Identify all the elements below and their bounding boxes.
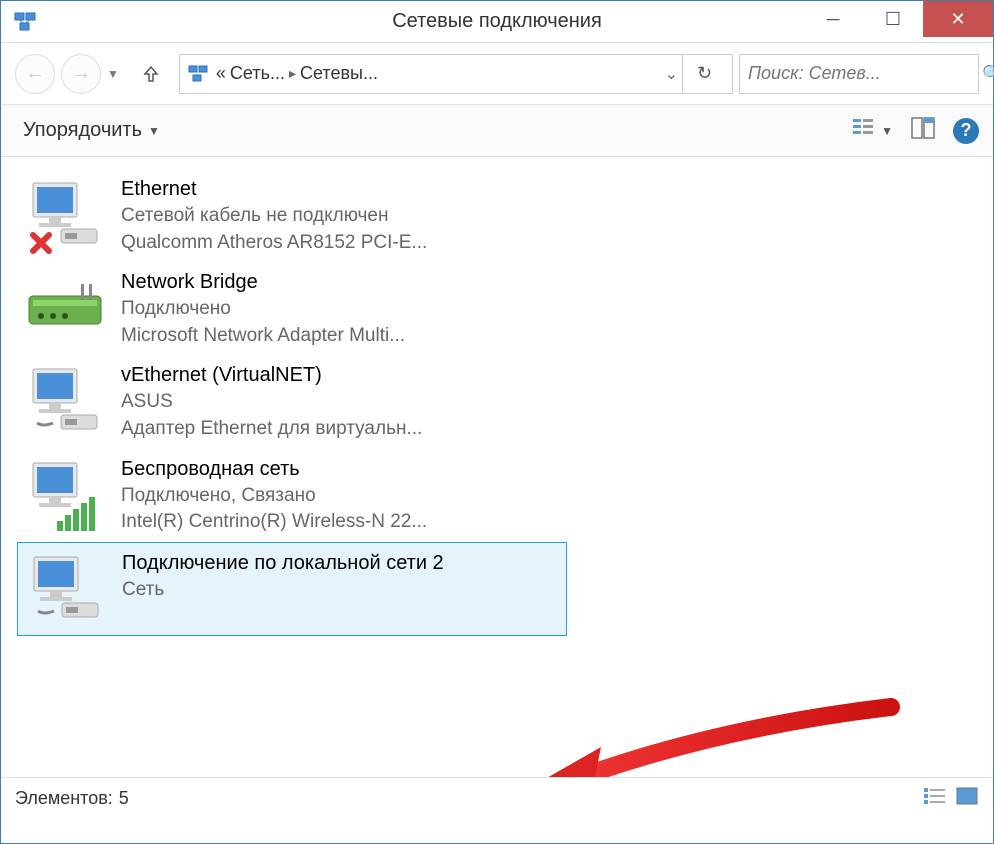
ethernet-connected-icon bbox=[26, 549, 106, 629]
status-label: Элементов: bbox=[15, 788, 113, 809]
up-button[interactable] bbox=[133, 56, 169, 92]
connection-name: Network Bridge bbox=[121, 268, 559, 296]
connection-status: ASUS bbox=[121, 389, 559, 416]
connection-adapter: Адаптер Ethernet для виртуальн... bbox=[121, 416, 559, 443]
breadcrumb-separator-icon[interactable]: ▸ bbox=[287, 65, 298, 82]
title-bar: Сетевые подключения ─ ☐ ✕ bbox=[1, 1, 993, 43]
connection-adapter: Qualcomm Atheros AR8152 PCI-E... bbox=[121, 230, 559, 257]
connection-name: Беспроводная сеть bbox=[121, 455, 559, 483]
minimize-button[interactable]: ─ bbox=[803, 1, 863, 37]
details-view-icon[interactable] bbox=[923, 786, 947, 811]
window-controls: ─ ☐ ✕ bbox=[803, 1, 993, 39]
ethernet-connected-icon bbox=[25, 361, 105, 441]
connection-name: Ethernet bbox=[121, 175, 559, 203]
search-icon[interactable]: 🔍 bbox=[982, 64, 994, 84]
connection-status: Подключено bbox=[121, 296, 559, 323]
window-title: Сетевые подключения bbox=[392, 10, 602, 33]
address-bar: ← → ▼ « Сеть... ▸ Сетевы... ⌄ ↻ 🔍 bbox=[1, 43, 993, 105]
connection-item[interactable]: Network BridgeПодключеноMicrosoft Networ… bbox=[17, 262, 567, 355]
bridge-icon bbox=[25, 268, 105, 348]
chevron-down-icon: ▼ bbox=[148, 124, 160, 138]
app-icon bbox=[13, 10, 37, 34]
breadcrumb-item-1[interactable]: Сеть... bbox=[228, 63, 287, 84]
connection-status: Сетевой кабель не подключен bbox=[121, 203, 559, 230]
connection-adapter: Сеть bbox=[122, 577, 558, 604]
connection-item[interactable]: Подключение по локальной сети 2Сеть bbox=[17, 542, 567, 636]
view-details-icon[interactable] bbox=[911, 116, 935, 145]
ethernet-disconnected-icon bbox=[25, 175, 105, 255]
status-bar: Элементов: 5 bbox=[1, 777, 993, 819]
breadcrumb-prefix: « bbox=[214, 63, 228, 84]
window: Сетевые подключения ─ ☐ ✕ ← → ▼ « Сеть..… bbox=[0, 0, 994, 844]
help-button[interactable]: ? bbox=[953, 118, 979, 144]
annotation-arrow-icon bbox=[521, 697, 901, 777]
connection-item[interactable]: Беспроводная сетьПодключено, СвязаноInte… bbox=[17, 449, 567, 542]
history-dropdown[interactable]: ▼ bbox=[103, 63, 123, 85]
connection-item[interactable]: vEthernet (VirtualNET)ASUSАдаптер Ethern… bbox=[17, 355, 567, 448]
search-box[interactable]: 🔍 bbox=[739, 54, 979, 94]
connection-status: Подключено, Связано bbox=[121, 483, 559, 510]
connection-item[interactable]: EthernetСетевой кабель не подключенQualc… bbox=[17, 169, 567, 262]
toolbar: Упорядочить ▼ ▼ ? bbox=[1, 105, 993, 157]
status-count: 5 bbox=[119, 788, 129, 809]
view-dropdown-icon[interactable]: ▼ bbox=[881, 124, 893, 138]
search-input[interactable] bbox=[748, 63, 982, 84]
maximize-button[interactable]: ☐ bbox=[863, 1, 923, 37]
breadcrumb-dropdown-icon[interactable]: ⌄ bbox=[661, 60, 682, 88]
connection-adapter: Intel(R) Centrino(R) Wireless-N 22... bbox=[121, 509, 559, 536]
organize-menu[interactable]: Упорядочить ▼ bbox=[15, 113, 168, 148]
breadcrumb-box[interactable]: « Сеть... ▸ Сетевы... ⌄ ↻ bbox=[179, 54, 733, 94]
view-options: ▼ bbox=[851, 116, 893, 145]
breadcrumb-item-2[interactable]: Сетевы... bbox=[298, 63, 380, 84]
back-button[interactable]: ← bbox=[15, 54, 55, 94]
forward-button[interactable]: → bbox=[61, 54, 101, 94]
connection-adapter: Microsoft Network Adapter Multi... bbox=[121, 323, 559, 350]
wireless-icon bbox=[25, 455, 105, 535]
connection-name: Подключение по локальной сети 2 bbox=[122, 549, 558, 577]
organize-label: Упорядочить bbox=[23, 119, 142, 142]
connection-name: vEthernet (VirtualNET) bbox=[121, 361, 559, 389]
location-icon bbox=[186, 62, 210, 86]
refresh-button[interactable]: ↻ bbox=[682, 54, 726, 94]
view-list-icon[interactable] bbox=[851, 116, 875, 145]
connections-list: EthernetСетевой кабель не подключенQualc… bbox=[1, 157, 993, 777]
close-button[interactable]: ✕ bbox=[923, 1, 993, 37]
large-icons-view-icon[interactable] bbox=[955, 786, 979, 811]
